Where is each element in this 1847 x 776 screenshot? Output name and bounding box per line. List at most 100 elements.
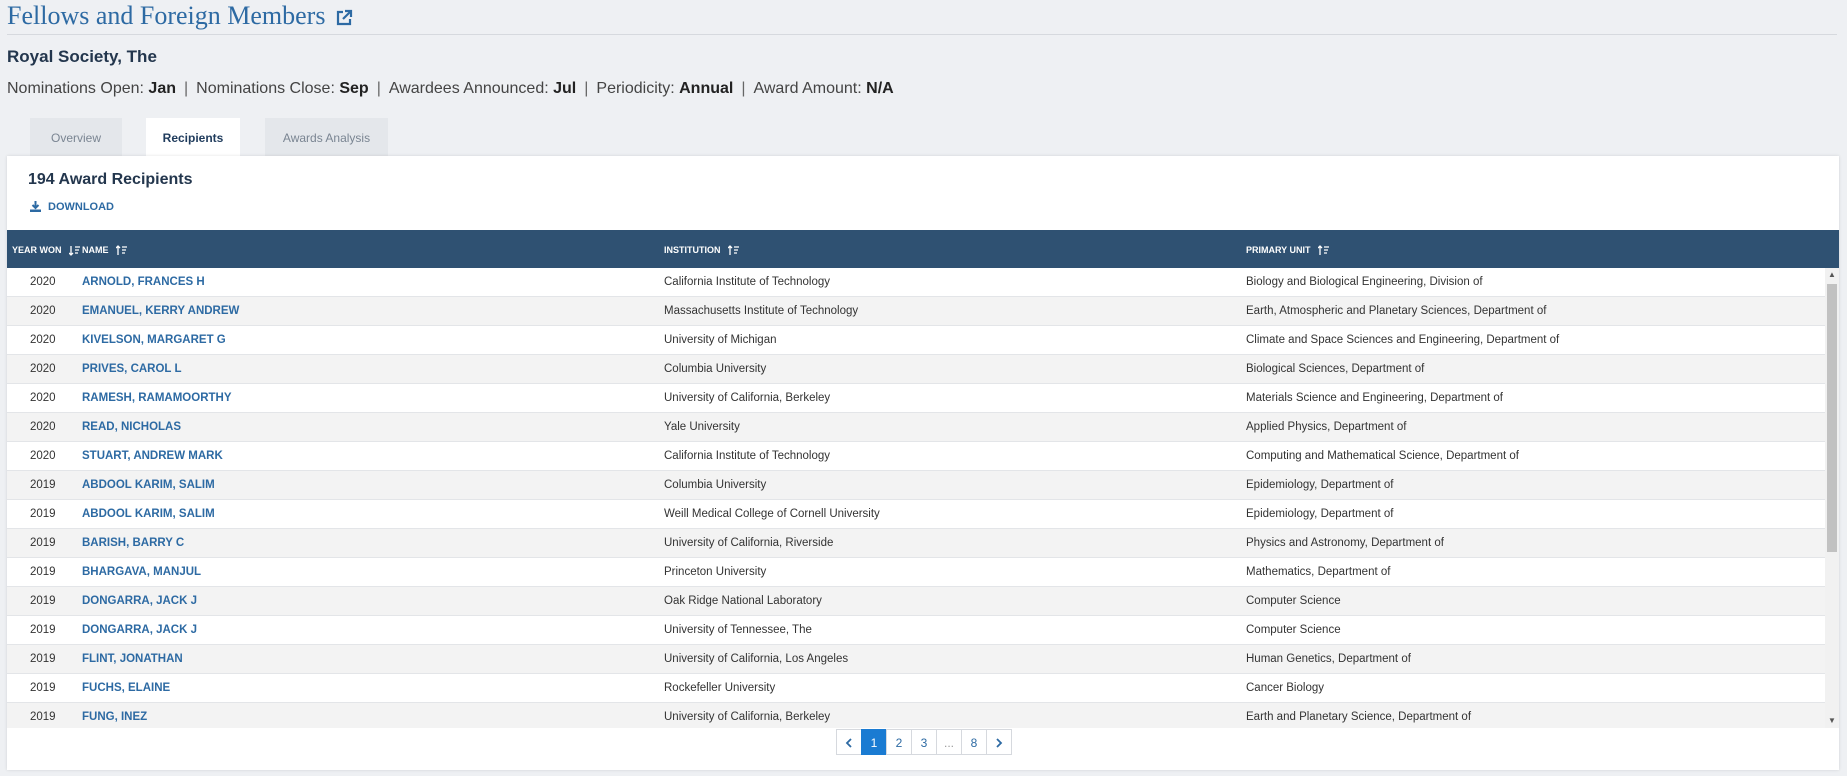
periodicity-value: Annual [679, 80, 734, 97]
tab-awards-analysis[interactable]: Awards Analysis [265, 118, 388, 156]
cell-primary-unit: Computing and Mathematical Science, Depa… [1246, 450, 1519, 462]
cell-primary-unit: Biological Sciences, Department of [1246, 363, 1425, 375]
cell-institution: Rockefeller University [664, 682, 776, 694]
column-header-institution[interactable]: INSTITUTION [664, 230, 740, 268]
recipient-name-link[interactable]: FLINT, JONATHAN [82, 645, 183, 673]
cell-primary-unit: Materials Science and Engineering, Depar… [1246, 392, 1503, 404]
recipient-name-link[interactable]: STUART, ANDREW MARK [82, 442, 223, 470]
recipient-name-link[interactable]: DONGARRA, JACK J [82, 616, 197, 644]
scroll-down-arrow-icon[interactable]: ▼ [1825, 714, 1839, 728]
recipient-name-link[interactable]: DONGARRA, JACK J [82, 587, 197, 615]
cell-year-won: 2019 [30, 624, 56, 636]
pagination-prev-button[interactable] [836, 729, 862, 755]
award-header: Fellows and Foreign Members [7, 0, 1837, 35]
awardees-announced-value: Jul [553, 80, 577, 97]
recipient-name-link[interactable]: FUCHS, ELAINE [82, 674, 170, 702]
cell-primary-unit: Biology and Biological Engineering, Divi… [1246, 276, 1483, 288]
column-label: YEAR WON [12, 245, 62, 255]
table-row: 2020 PRIVES, CAROL L Columbia University… [7, 355, 1825, 384]
scrollbar-thumb[interactable] [1827, 284, 1837, 552]
cell-primary-unit: Earth and Planetary Science, Department … [1246, 711, 1472, 723]
pagination-page-3[interactable]: 3 [911, 729, 937, 755]
scroll-up-arrow-icon[interactable]: ▲ [1825, 268, 1839, 282]
recipient-name-link[interactable]: ARNOLD, FRANCES H [82, 268, 205, 296]
table-row: 2019 FUCHS, ELAINE Rockefeller Universit… [7, 674, 1825, 703]
cell-year-won: 2020 [30, 305, 56, 317]
award-meta: Nominations Open: Jan | Nominations Close:… [7, 80, 894, 98]
table-row: 2019 FUNG, INEZ University of California… [7, 703, 1825, 728]
table-row: 2019 DONGARRA, JACK J Oak Ridge National… [7, 587, 1825, 616]
sort-icon [115, 245, 128, 255]
tab-recipients[interactable]: Recipients [146, 118, 240, 157]
page: Fellows and Foreign Members Royal Societ… [0, 0, 1847, 776]
recipient-name-link[interactable]: RAMESH, RAMAMOORTHY [82, 384, 232, 412]
award-amount-label: Award Amount: [753, 80, 862, 97]
tab-overview[interactable]: Overview [30, 118, 122, 156]
column-header-name[interactable]: NAME [82, 230, 128, 268]
meta-separator: | [584, 80, 589, 97]
cell-primary-unit: Computer Science [1246, 624, 1341, 636]
cell-year-won: 2019 [30, 566, 56, 578]
cell-primary-unit: Applied Physics, Department of [1246, 421, 1407, 433]
table-row: 2020 ARNOLD, FRANCES H California Instit… [7, 268, 1825, 297]
cell-year-won: 2019 [30, 537, 56, 549]
sort-desc-icon [68, 246, 81, 256]
meta-separator: | [184, 80, 189, 97]
nominations-open-value: Jan [148, 80, 176, 97]
sort-icon [727, 245, 740, 255]
cell-institution: Oak Ridge National Laboratory [664, 595, 822, 607]
pagination-page-8[interactable]: 8 [961, 729, 987, 755]
pagination-next-button[interactable] [986, 729, 1012, 755]
column-header-year-won[interactable]: YEAR WON [12, 230, 81, 268]
meta-separator: | [376, 80, 381, 97]
column-label: NAME [82, 245, 109, 255]
recipient-name-link[interactable]: FUNG, INEZ [82, 703, 147, 728]
recipient-name-link[interactable]: ABDOOL KARIM, SALIM [82, 471, 215, 499]
recipient-name-link[interactable]: BARISH, BARRY C [82, 529, 184, 557]
cell-year-won: 2020 [30, 334, 56, 346]
cell-primary-unit: Cancer Biology [1246, 682, 1324, 694]
award-amount-value: N/A [866, 80, 894, 97]
table-row: 2019 ABDOOL KARIM, SALIM Weill Medical C… [7, 500, 1825, 529]
cell-institution: Princeton University [664, 566, 767, 578]
recipients-count-title: 194 Award Recipients [28, 171, 193, 188]
awardees-announced-label: Awardees Announced: [388, 80, 549, 97]
chevron-left-icon [845, 738, 852, 748]
cell-institution: University of California, Berkeley [664, 711, 831, 723]
recipient-name-link[interactable]: BHARGAVA, MANJUL [82, 558, 201, 586]
cell-institution: Columbia University [664, 363, 767, 375]
nominations-close-label: Nominations Close: [196, 80, 335, 97]
meta-separator: | [741, 80, 746, 97]
pagination-page-2[interactable]: 2 [886, 729, 912, 755]
pagination-page-1[interactable]: 1 [861, 729, 887, 755]
periodicity-label: Periodicity: [596, 80, 675, 97]
table-row: 2019 DONGARRA, JACK J University of Tenn… [7, 616, 1825, 645]
column-header-primary-unit[interactable]: PRIMARY UNIT [1246, 230, 1330, 268]
recipient-name-link[interactable]: KIVELSON, MARGARET G [82, 326, 226, 354]
award-title-link[interactable]: Fellows and Foreign Members [7, 0, 325, 32]
table-body[interactable]: 2020 ARNOLD, FRANCES H California Instit… [7, 268, 1825, 728]
nominations-close-value: Sep [339, 80, 369, 97]
sort-icon [1317, 245, 1330, 255]
cell-year-won: 2019 [30, 653, 56, 665]
cell-institution: California Institute of Technology [664, 450, 830, 462]
table-scrollbar[interactable]: ▲ ▼ [1825, 268, 1839, 728]
table-row: 2020 RAMESH, RAMAMOORTHY University of C… [7, 384, 1825, 413]
cell-institution: University of California, Berkeley [664, 392, 831, 404]
table-row: 2019 BHARGAVA, MANJUL Princeton Universi… [7, 558, 1825, 587]
cell-year-won: 2020 [30, 392, 56, 404]
recipient-name-link[interactable]: READ, NICHOLAS [82, 413, 181, 441]
download-button[interactable]: DOWNLOAD [30, 201, 114, 213]
recipient-name-link[interactable]: EMANUEL, KERRY ANDREW [82, 297, 239, 325]
recipient-name-link[interactable]: ABDOOL KARIM, SALIM [82, 500, 215, 528]
external-link-icon[interactable] [335, 9, 353, 32]
table-row: 2020 STUART, ANDREW MARK California Inst… [7, 442, 1825, 471]
cell-institution: Weill Medical College of Cornell Univers… [664, 508, 880, 520]
cell-institution: University of Michigan [664, 334, 777, 346]
table-row: 2019 BARISH, BARRY C University of Calif… [7, 529, 1825, 558]
recipient-name-link[interactable]: PRIVES, CAROL L [82, 355, 181, 383]
cell-institution: University of Tennessee, The [664, 624, 812, 636]
recipients-panel: 194 Award Recipients DOWNLOAD YEAR WON N… [7, 156, 1839, 770]
nominations-open-label: Nominations Open: [7, 80, 144, 97]
column-label: INSTITUTION [664, 245, 721, 255]
